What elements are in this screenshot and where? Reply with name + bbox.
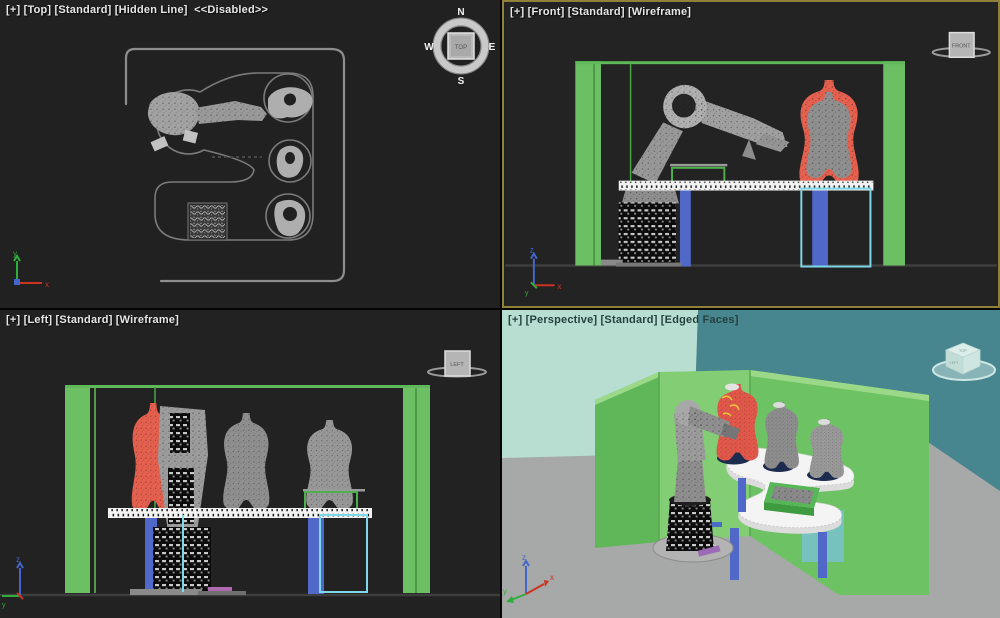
axis-x-label: x bbox=[558, 282, 562, 291]
axis-x-label: x bbox=[550, 573, 554, 582]
viewport-top-label[interactable]: [+] [Top] [Standard] [Hidden Line] <<Dis… bbox=[6, 4, 268, 16]
viewport-top-scene[interactable]: N S W E TOP y x bbox=[0, 0, 500, 308]
axis-y-label: y bbox=[13, 249, 17, 258]
viewcube-face-label: FRONT bbox=[952, 43, 971, 49]
compass-east: E bbox=[489, 42, 496, 53]
viewport-left-label[interactable]: [+] [Left] [Standard] [Wireframe] bbox=[6, 314, 179, 326]
viewport-front-scene[interactable]: FRONT z x y bbox=[504, 2, 998, 306]
axis-y-label: y bbox=[503, 587, 507, 596]
compass-south: S bbox=[458, 76, 465, 87]
compass-north: N bbox=[457, 7, 464, 18]
table-leg-blue bbox=[818, 532, 827, 578]
controller-blue bbox=[712, 522, 722, 527]
table-leg-blue bbox=[308, 518, 324, 594]
scan-tray-top[interactable] bbox=[188, 203, 227, 240]
turntable-marker-purple bbox=[208, 587, 232, 591]
axis-z-label: z bbox=[530, 246, 534, 255]
table-leg-blue bbox=[738, 478, 746, 512]
viewport-left[interactable]: [+] [Left] [Standard] [Wireframe] bbox=[0, 310, 500, 618]
viewport-perspective[interactable]: [+] [Perspective] [Standard] [Edged Face… bbox=[502, 310, 1000, 618]
viewport-perspective-scene[interactable]: TOP LEFT z x y bbox=[502, 310, 1000, 618]
viewcube-face-label: TOP bbox=[455, 45, 467, 51]
viewcube-top-label: TOP bbox=[959, 348, 967, 353]
viewport-front-active[interactable]: [+] [Front] [Standard] [Wireframe] bbox=[502, 0, 1000, 308]
viewport-front-label[interactable]: [+] [Front] [Standard] [Wireframe] bbox=[510, 6, 691, 18]
max-4-viewport-layout: [+] [Top] [Standard] [Hidden Line] <<Dis… bbox=[0, 0, 1000, 618]
viewport-top[interactable]: [+] [Top] [Standard] [Hidden Line] <<Dis… bbox=[0, 0, 500, 308]
compass-west: W bbox=[424, 42, 434, 53]
axis-z-label: z bbox=[522, 553, 526, 562]
axis-y-label: y bbox=[2, 602, 6, 609]
scan-tray-perspective[interactable] bbox=[764, 482, 820, 516]
axis-x-label: x bbox=[45, 280, 49, 289]
table-leg-blue bbox=[680, 191, 691, 267]
axis-y-label: y bbox=[525, 290, 529, 297]
viewport-perspective-label[interactable]: [+] [Perspective] [Standard] [Edged Face… bbox=[508, 314, 739, 326]
table-leg-blue bbox=[812, 191, 828, 267]
viewcube-face-label: LEFT bbox=[450, 362, 464, 368]
axis-z-label: z bbox=[16, 555, 20, 564]
viewcube-left-label: LEFT bbox=[950, 361, 960, 365]
table-leg-blue bbox=[730, 528, 739, 580]
viewport-left-scene[interactable]: LEFT z y bbox=[0, 310, 500, 618]
